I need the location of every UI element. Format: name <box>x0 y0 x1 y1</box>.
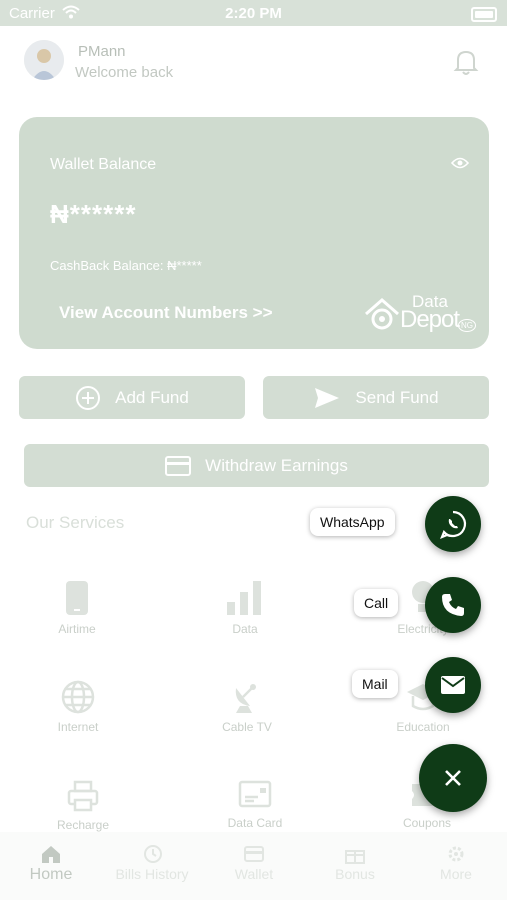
welcome-text: Welcome back <box>75 64 174 81</box>
whatsapp-icon <box>440 510 467 539</box>
satellite-dish-icon <box>235 684 256 713</box>
cashback-balance: CashBack Balance: ₦***** <box>50 258 202 273</box>
wallet-balance-label: Wallet Balance <box>50 156 157 173</box>
bottom-nav: Home Bills History Wallet Bonus More <box>0 832 507 900</box>
status-bar: Carrier 2:20 PM <box>0 0 507 26</box>
service-internet[interactable]: Internet <box>13 680 143 734</box>
avatar-image <box>24 40 64 80</box>
service-label: Cable TV <box>222 720 272 734</box>
avatar[interactable] <box>24 40 64 80</box>
wallet-icon <box>244 846 264 862</box>
phone-icon <box>66 581 88 615</box>
nav-label: Wallet <box>234 866 274 882</box>
send-fund-button[interactable]: Send Fund <box>263 376 489 419</box>
service-cable-tv[interactable]: Cable TV <box>182 680 312 734</box>
card-icon <box>165 455 192 476</box>
battery-icon <box>471 7 497 22</box>
nav-more[interactable]: More <box>411 844 501 882</box>
service-label: Data Card <box>227 816 283 830</box>
data-card-icon <box>238 780 272 808</box>
gift-icon <box>345 850 365 864</box>
fab-close-button[interactable] <box>419 744 487 812</box>
whatsapp-tooltip[interactable]: WhatsApp <box>310 508 395 536</box>
header: PMann Welcome back <box>0 26 507 102</box>
nav-label: Bonus <box>335 866 375 882</box>
logo-badge: NG <box>458 319 476 332</box>
nav-label: Bills History <box>115 866 189 882</box>
plus-circle-icon <box>76 385 101 410</box>
service-data-card[interactable]: Data Card <box>190 780 320 830</box>
view-account-numbers-link[interactable]: View Account Numbers >> <box>59 303 273 323</box>
nav-bills-history[interactable]: Bills History <box>107 844 197 882</box>
service-data[interactable]: Data <box>180 580 310 636</box>
logo-text-depot: Depot <box>400 306 460 333</box>
close-icon <box>445 770 461 786</box>
service-label: Recharge <box>56 818 110 832</box>
nav-home[interactable]: Home <box>6 844 96 884</box>
services-grid: Airtime Data Electricity Internet Cable … <box>22 545 488 835</box>
service-recharge[interactable]: Recharge <box>18 780 148 832</box>
gear-icon <box>448 846 464 862</box>
service-label: Data <box>232 622 258 636</box>
add-fund-label: Add Fund <box>115 387 189 407</box>
nav-wallet[interactable]: Wallet <box>209 844 299 882</box>
nav-bonus[interactable]: Bonus <box>310 844 400 882</box>
mail-icon <box>441 676 465 694</box>
app-screen: Carrier 2:20 PM PMann Welcome back Walle… <box>0 0 507 900</box>
services-title: Our Services <box>26 513 125 532</box>
service-label: Airtime <box>58 622 96 636</box>
globe-icon <box>61 680 95 714</box>
whatsapp-button[interactable] <box>425 496 481 552</box>
withdraw-earnings-button[interactable]: Withdraw Earnings <box>24 444 489 487</box>
phone-call-icon <box>442 594 464 616</box>
service-label: Internet <box>57 720 99 734</box>
service-label: Education <box>396 720 450 734</box>
send-fund-label: Send Fund <box>355 387 439 407</box>
withdraw-earnings-label: Withdraw Earnings <box>205 455 348 475</box>
username: PMann <box>78 43 126 60</box>
home-icon <box>42 846 60 863</box>
printer-icon <box>67 780 99 812</box>
nav-label: Home <box>29 866 73 883</box>
nav-label: More <box>440 866 472 882</box>
wallet-balance-value: ₦****** <box>50 199 137 229</box>
history-icon <box>144 845 162 863</box>
call-button[interactable] <box>425 577 481 633</box>
bell-icon[interactable] <box>453 48 479 76</box>
service-label: Coupons <box>402 816 452 830</box>
service-airtime[interactable]: Airtime <box>12 580 142 636</box>
add-fund-button[interactable]: Add Fund <box>19 376 245 419</box>
mail-button[interactable] <box>425 657 481 713</box>
datadepot-logo: Data Depot NG <box>362 292 477 333</box>
status-time: 2:20 PM <box>225 5 282 22</box>
call-tooltip[interactable]: Call <box>354 589 399 617</box>
send-icon <box>315 387 340 408</box>
signal-bars-icon <box>227 581 261 615</box>
mail-tooltip[interactable]: Mail <box>352 670 398 698</box>
wallet-card: Wallet Balance ₦****** CashBack Balance:… <box>19 117 489 349</box>
eye-icon[interactable] <box>451 157 469 169</box>
